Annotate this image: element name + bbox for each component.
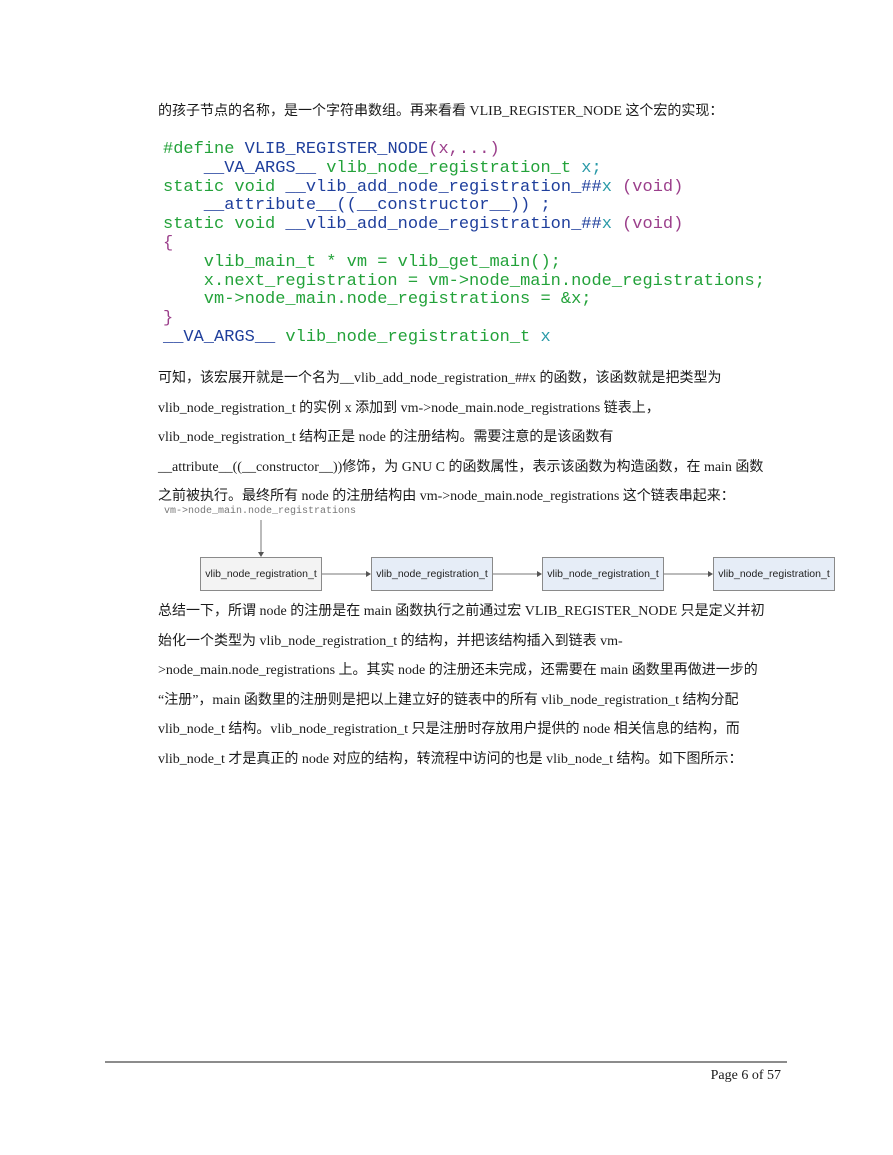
code-token: } <box>163 309 174 329</box>
paragraph-line: vlib_node_registration_t 结构正是 node 的注册结构… <box>158 430 614 445</box>
code-line: } <box>163 309 765 329</box>
code-token: x <box>601 177 623 197</box>
code-line: __VA_ARGS__ vlib_node_registration_t x <box>163 327 765 348</box>
footer-rule <box>105 1061 787 1063</box>
code-token: (x,...) <box>428 140 500 159</box>
registration-node-1: vlib_node_registration_t <box>200 557 322 591</box>
paragraph-line: vlib_node_t 才是真正的 node 对应的结构，转流程中访问的也是 v… <box>158 751 743 767</box>
registration-node-4: vlib_node_registration_t <box>713 557 835 591</box>
code-token: x.next_registration = <box>163 271 429 291</box>
code-token: #define <box>163 140 245 159</box>
code-token: static void <box>163 215 286 235</box>
code-token: static void <box>163 177 286 197</box>
paragraph-line: >node_main.node_registrations 上。其实 node … <box>158 663 758 678</box>
registration-node-3: vlib_node_registration_t <box>542 557 664 591</box>
code-token: vlib_node_registration_t <box>326 158 582 178</box>
code-token: __vlib_add_node_registration_## <box>285 177 602 197</box>
code-token: vm->node_main.node_registrations = &x; <box>163 290 592 310</box>
linked-list-diagram: vm->node_main.node_registrations vlib_no… <box>150 503 850 603</box>
code-token: __vlib_add_node_registration_## <box>285 215 602 235</box>
code-line: vm->node_main.node_registrations = &x; <box>163 290 765 310</box>
code-token: __attribute__((__constructor__)) ; <box>163 196 551 216</box>
code-line: __attribute__((__constructor__)) ; <box>163 196 765 216</box>
intro-paragraph: 的孩子节点的名称，是一个字符串数组。再来看看 VLIB_REGISTER_NOD… <box>158 104 724 119</box>
code-token: vlib_node_registration_t <box>285 327 541 347</box>
code-token: __VA_ARGS__ <box>163 327 286 347</box>
code-token: x; <box>581 158 602 178</box>
page-number: Page 6 of 57 <box>710 1068 781 1083</box>
code-token: VLIB_REGISTER_NODE <box>244 140 429 159</box>
registration-node-2: vlib_node_registration_t <box>371 557 493 591</box>
code-line: x.next_registration = vm->node_main.node… <box>163 271 765 292</box>
code-token: x <box>601 215 623 235</box>
code-line: __VA_ARGS__ vlib_node_registration_t x; <box>163 158 765 179</box>
code-line: vlib_main_t * vm = vlib_get_main(); <box>163 252 765 273</box>
code-token: { <box>163 233 174 253</box>
paragraph-line: __attribute__((__constructor__))修饰，为 GNU… <box>158 459 764 475</box>
summary-paragraph: 总结一下，所谓 node 的注册是在 main 函数执行之前通过宏 VLIB_R… <box>158 597 808 774</box>
paragraph-line: 始化一个类型为 vlib_node_registration_t 的结构，并把该… <box>158 633 623 649</box>
code-line: { <box>163 233 765 254</box>
code-token: vm->node_main.node_registrations; <box>428 271 765 291</box>
code-token: __VA_ARGS__ <box>163 158 327 178</box>
paragraph-line: “注册”，main 函数里的注册则是把以上建立好的链表中的所有 vlib_nod… <box>158 692 739 708</box>
code-token: x <box>540 327 551 347</box>
code-line: #define VLIB_REGISTER_NODE(x,...) <box>163 140 765 160</box>
code-token: vm = vlib_get_main(); <box>346 252 561 272</box>
paragraph-line: 总结一下，所谓 node 的注册是在 main 函数执行之前通过宏 VLIB_R… <box>158 604 765 619</box>
code-block: #define VLIB_REGISTER_NODE(x,...) __VA_A… <box>163 140 765 348</box>
paragraph-line: 可知，该宏展开就是一个名为__vlib_add_node_registratio… <box>158 371 722 386</box>
code-token: vlib_main_t * <box>163 252 347 272</box>
code-token: (void) <box>622 177 684 197</box>
paragraph-line: vlib_node_registration_t 的实例 x 添加到 vm->n… <box>158 400 660 416</box>
code-line: static void __vlib_add_node_registration… <box>163 177 765 198</box>
explanation-paragraph: 可知，该宏展开就是一个名为__vlib_add_node_registratio… <box>158 364 808 512</box>
paragraph-line: vlib_node_t 结构。vlib_node_registration_t … <box>158 722 740 737</box>
code-token: (void) <box>622 215 684 235</box>
code-line: static void __vlib_add_node_registration… <box>163 215 765 235</box>
list-head-label: vm->node_main.node_registrations <box>164 506 357 517</box>
